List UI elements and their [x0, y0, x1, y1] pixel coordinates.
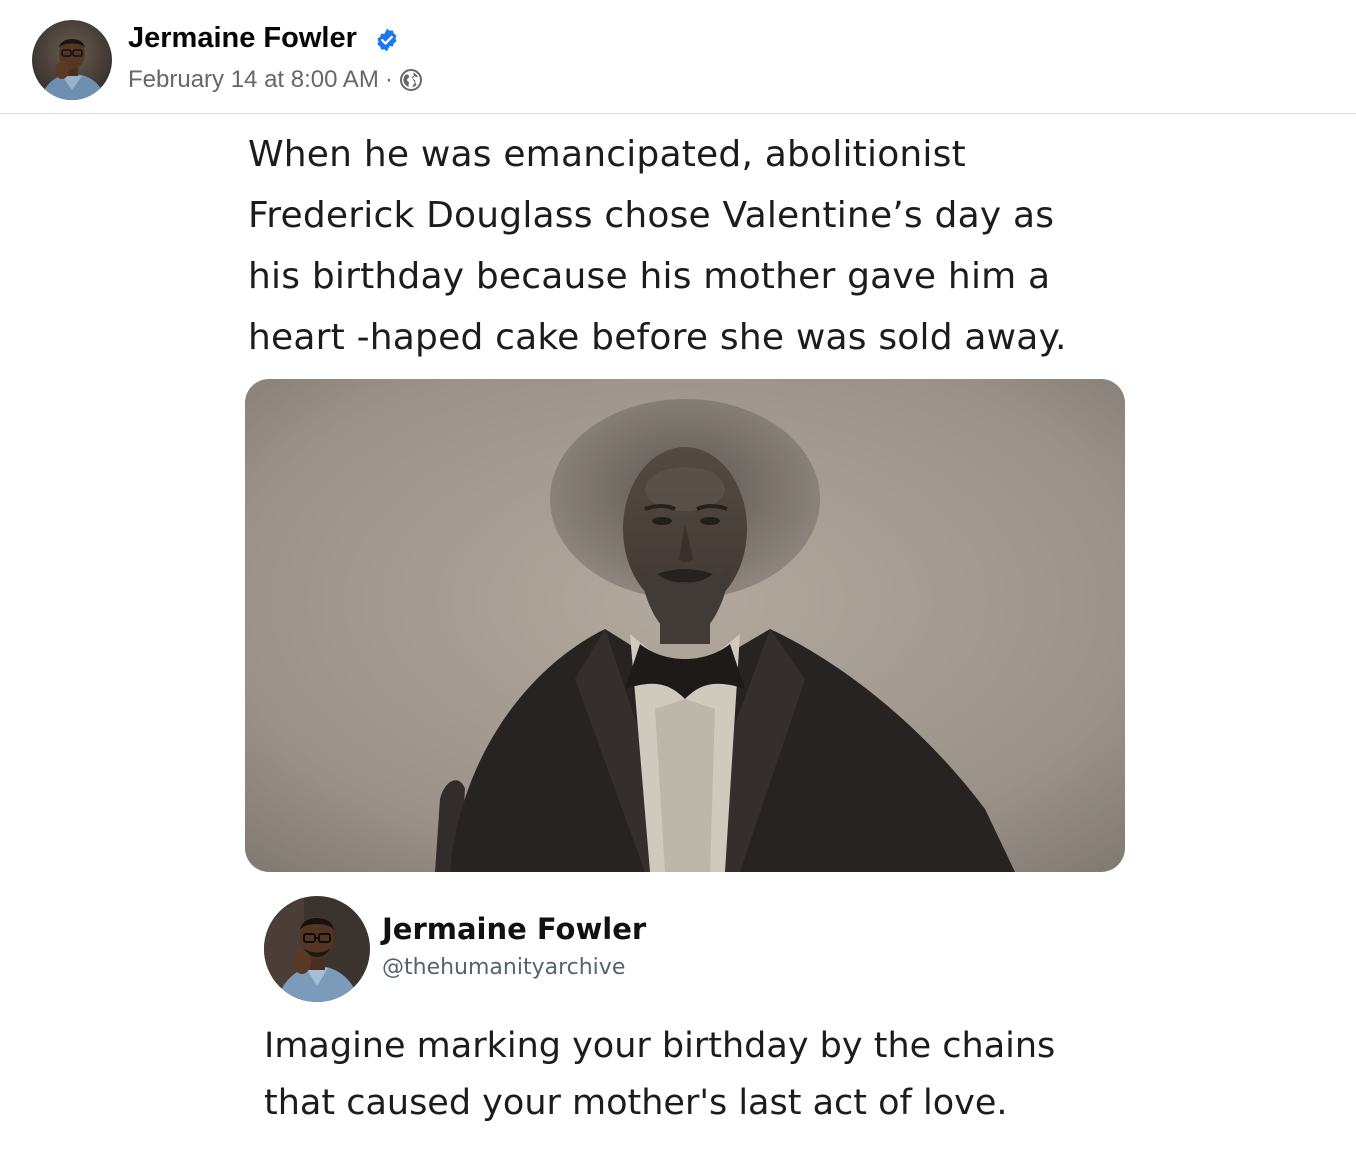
caption-line: his birthday because his mother gave him… [248, 256, 1051, 297]
caption-line: heart -haped cake before she was sold aw… [248, 317, 1067, 358]
tweet-text-line: that caused your mother's last act of lo… [264, 1083, 1008, 1123]
post-header: Jermaine Fowler February 14 at 8:00 AM · [0, 0, 1356, 114]
image-caption: When he was emancipated, abolitionist Fr… [248, 124, 1148, 368]
meta-separator: · [384, 66, 393, 93]
historical-portrait-photo[interactable] [245, 379, 1125, 872]
post-date[interactable]: February 14 at 8:00 AM [128, 66, 379, 94]
verified-badge-icon [377, 28, 397, 52]
tweet-author-name: Jermaine Fowler [382, 912, 647, 946]
tweet-author-avatar[interactable] [264, 896, 370, 1002]
caption-line: Frederick Douglass chose Valentine’s day… [248, 195, 1055, 236]
post-meta: February 14 at 8:00 AM · [128, 66, 423, 94]
author-name[interactable]: Jermaine Fowler [128, 22, 357, 55]
globe-icon[interactable] [399, 68, 423, 92]
caption-line: When he was emancipated, abolitionist [248, 134, 966, 175]
tweet-text-line: Imagine marking your birthday by the cha… [264, 1026, 1056, 1066]
author-avatar[interactable] [32, 20, 112, 100]
tweet-author-handle: @thehumanityarchive [382, 955, 626, 980]
tweet-text: Imagine marking your birthday by the cha… [264, 1018, 1144, 1132]
